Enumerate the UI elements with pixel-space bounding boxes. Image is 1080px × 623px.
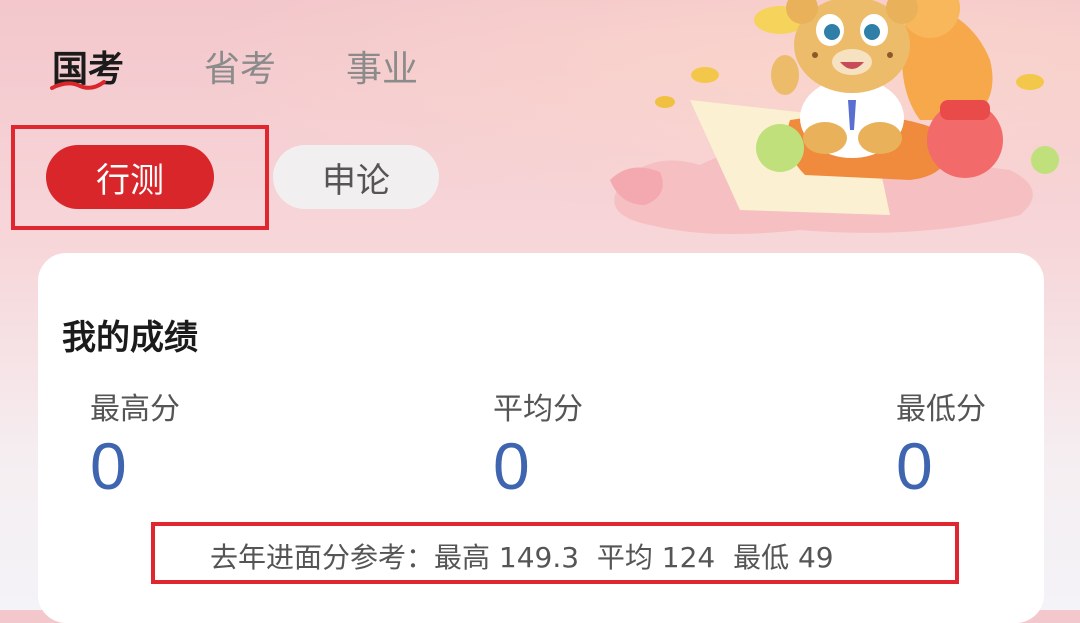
score-card-title: 我的成绩 (62, 318, 198, 358)
max-score-label: 最高分 (90, 392, 180, 427)
min-score-value: 0 (896, 429, 933, 503)
mascot-illustration (610, 0, 1059, 234)
reference-max: 最高 149.3 (434, 541, 580, 574)
reference-avg: 平均 124 (596, 541, 716, 574)
tab-shiye[interactable]: 事业 (346, 40, 418, 92)
last-year-reference: 去年进面分参考：最高 149.3 平均 124 最低 49 (210, 536, 834, 576)
active-tab-underline (50, 80, 106, 90)
max-score-value: 0 (90, 429, 127, 503)
avg-score-value: 0 (493, 429, 530, 503)
avg-score-label: 平均分 (493, 392, 583, 427)
subject-pill-shenlun[interactable]: 申论 (273, 145, 439, 209)
subject-pill-xingce[interactable]: 行测 (46, 145, 214, 209)
tab-shengkao[interactable]: 省考 (204, 40, 276, 92)
reference-min: 最低 49 (733, 541, 834, 574)
min-score-label: 最低分 (896, 392, 986, 427)
reference-prefix: 去年进面分参考： (210, 541, 435, 574)
